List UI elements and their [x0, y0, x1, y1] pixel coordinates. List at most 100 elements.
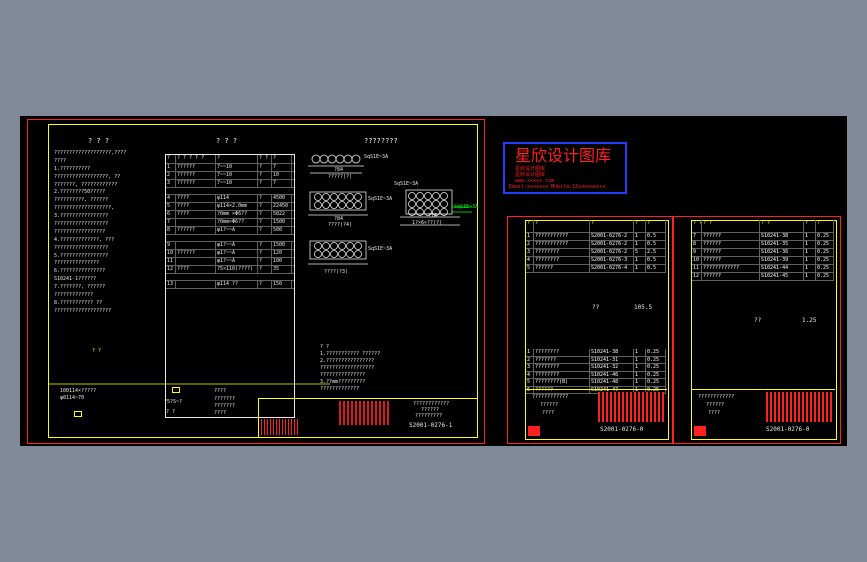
table-row-cell: 0.25	[816, 249, 834, 256]
legend-swatch-2	[172, 387, 180, 393]
table-row-cell: 3	[526, 364, 534, 371]
table-row-cell: 5	[526, 265, 534, 272]
sheet-3-header-cell: ?	[804, 220, 816, 232]
table-row-cell: 9	[692, 249, 702, 256]
table-row-cell: 1	[634, 265, 646, 272]
drawing-canvas[interactable]: ? ? ? ? ? ? ???????? ???????????????????…	[20, 116, 847, 446]
sheet-3-table: ? ?? ?? ??? 7?????? S10241-38 1 0.25 8??????…	[692, 220, 834, 380]
bottom-notes: ? ? 1.??????????? ?????? 2.???????????????…	[320, 344, 380, 393]
table-row-cell: ??????	[702, 233, 760, 240]
sheet-2-header-cell: ?	[590, 220, 634, 232]
title-block-3-stamp-left	[694, 426, 706, 436]
table-row-cell: 0.25	[816, 257, 834, 264]
sheet-3-header-cell: ? ?	[702, 220, 760, 232]
table-row-cell: ???????	[534, 356, 590, 363]
bottom-note-line: 1.??????????? ??????	[320, 351, 381, 357]
logo-box[interactable]: 星欣设计图库 星欣设计图库 星欣设计图库 www.xxxxx.com Email…	[503, 142, 627, 194]
legend-7: ???????	[214, 396, 236, 402]
legend-6: ????	[214, 388, 227, 394]
title-block-2-stamp	[598, 392, 664, 422]
sheet-3-header-cell: ? ?	[692, 220, 702, 232]
table-row-cell: S2001-0276-4	[590, 265, 634, 272]
table-row-cell: 1	[804, 265, 816, 272]
table-row-cell: 0.25	[646, 379, 666, 386]
table-row: 4???????? S10241-46 1 0.25	[526, 371, 666, 379]
bottom-note-line: ??????????????????	[320, 365, 375, 371]
section-label-2: SqS1E~3A	[368, 196, 393, 202]
table-row-cell: 0.25	[646, 349, 666, 356]
table-row-cell: ????????	[534, 364, 590, 371]
table-row: 1???????? S10241-38 1 0.25	[526, 349, 666, 357]
table-row-cell: 1	[804, 249, 816, 256]
cad-viewport[interactable]: ? ? ? ? ? ? ???????? ???????????????????…	[0, 0, 867, 562]
title-block-1: ???????????? ?????? ????????? S2001-0276…	[258, 398, 477, 437]
title-block-3-stamp	[766, 392, 832, 422]
table-row-cell: S10241-35	[760, 241, 804, 248]
legend-3: ? ?	[92, 348, 102, 354]
table-row-cell: 1	[526, 233, 534, 240]
sheet-2-header-cell: ?	[634, 220, 646, 232]
table-row-cell: S2001-0276-2	[590, 249, 634, 256]
table-row-cell: ???????????	[534, 241, 590, 248]
table-row-cell: ??????	[702, 257, 760, 264]
table-row: 8?????? S10241-35 1 0.25	[692, 241, 834, 249]
table-row-cell: 0.25	[646, 356, 666, 363]
section-label-5: SqS1E~3A	[368, 246, 393, 252]
table-row: 9?????? S10241-36 1 0.25	[692, 249, 834, 257]
bottom-note-line: 2.????????????????	[320, 358, 375, 364]
table-row: 5?????? S2001-0276-4 1 0.5	[526, 265, 666, 273]
sheet-2-header: ?????	[526, 220, 666, 233]
sheet-3-header-cell: ? ?	[760, 220, 804, 232]
table-row-cell: ????????(B)	[534, 379, 590, 386]
table-row-cell: ????????	[534, 257, 590, 264]
title-block-2-l1: ????????????	[532, 394, 569, 400]
table-row: 4???????? S2001-0276-3 1 0.5	[526, 257, 666, 265]
sheet-3-header-cell: ?	[816, 220, 834, 232]
table-row-cell: 1	[634, 356, 646, 363]
table-row-cell: 4	[526, 257, 534, 264]
dim-label-3: ?18	[428, 213, 438, 219]
legend-5: ? ?	[166, 409, 176, 415]
title-block-3-l3: ????	[708, 410, 721, 416]
table-row-cell: ????????	[534, 249, 590, 256]
table-row-cell: S10241-36	[760, 249, 804, 256]
logo-title: 星欣设计图库	[515, 146, 612, 165]
table-row-cell: ??????	[702, 273, 760, 280]
dim-label-7: 1?×6×??(?)	[412, 220, 443, 226]
table-row-cell: 1	[634, 379, 646, 386]
sheet-2-header-cell: ?	[526, 220, 534, 232]
title-block-2-l2: ??????	[540, 402, 559, 408]
table-row: 7?????? S10241-38 1 0.25	[692, 233, 834, 241]
table-row-cell: 7	[692, 233, 702, 240]
table-row-cell: S10241-31	[590, 356, 634, 363]
table-row-cell: 1	[526, 349, 534, 356]
title-block-2-stamp-left	[528, 426, 540, 436]
bottom-note-line: ???????????????	[320, 372, 366, 378]
table-row-cell: 0.5	[646, 257, 666, 264]
table-row-cell: S2001-0276-3	[590, 257, 634, 264]
table-row: 3???????? S2001-0276-2 5 2.5	[526, 249, 666, 257]
logo-contact: Email:xxxxxxx Mobile:15xxxxxxxxx	[509, 184, 606, 190]
table-row-cell: 0.25	[816, 273, 834, 280]
title-block-3-l1: ????????????	[698, 394, 735, 400]
table-row-cell: S2001-0276-2	[590, 233, 634, 240]
table-row-cell: 10	[692, 257, 702, 264]
table-row: 3???????? S10241-32 1 0.25	[526, 364, 666, 372]
bottom-note-line: ? ?	[320, 344, 330, 350]
table-row-cell: 0.25	[646, 364, 666, 371]
table-row-cell: S10241-44	[760, 265, 804, 272]
title-block-3-l2: ??????	[706, 402, 725, 408]
table-row-cell: 2	[526, 356, 534, 363]
title-block-3-drawing-no: S2001-0276-0	[766, 426, 810, 433]
table-row-cell: 0.25	[646, 371, 666, 378]
table-row-cell: 2.5	[646, 249, 666, 256]
sheet-2-table-b: 1???????? S10241-38 1 0.25 2??????? S10241-31…	[526, 349, 666, 394]
legend-2: φ8114~70	[60, 395, 85, 401]
table-row-cell: S10241-45	[760, 273, 804, 280]
table-row-cell: S10241-32	[590, 364, 634, 371]
dim-label-6: ?????(?)	[328, 174, 353, 180]
table-row-cell: ????????	[534, 349, 590, 356]
section-label-1: SqS1E~3A	[364, 154, 389, 160]
table-row-cell: S10241-38	[590, 349, 634, 356]
table-row: 5 ????????(B) S10241-48 1 0.25	[526, 379, 666, 387]
